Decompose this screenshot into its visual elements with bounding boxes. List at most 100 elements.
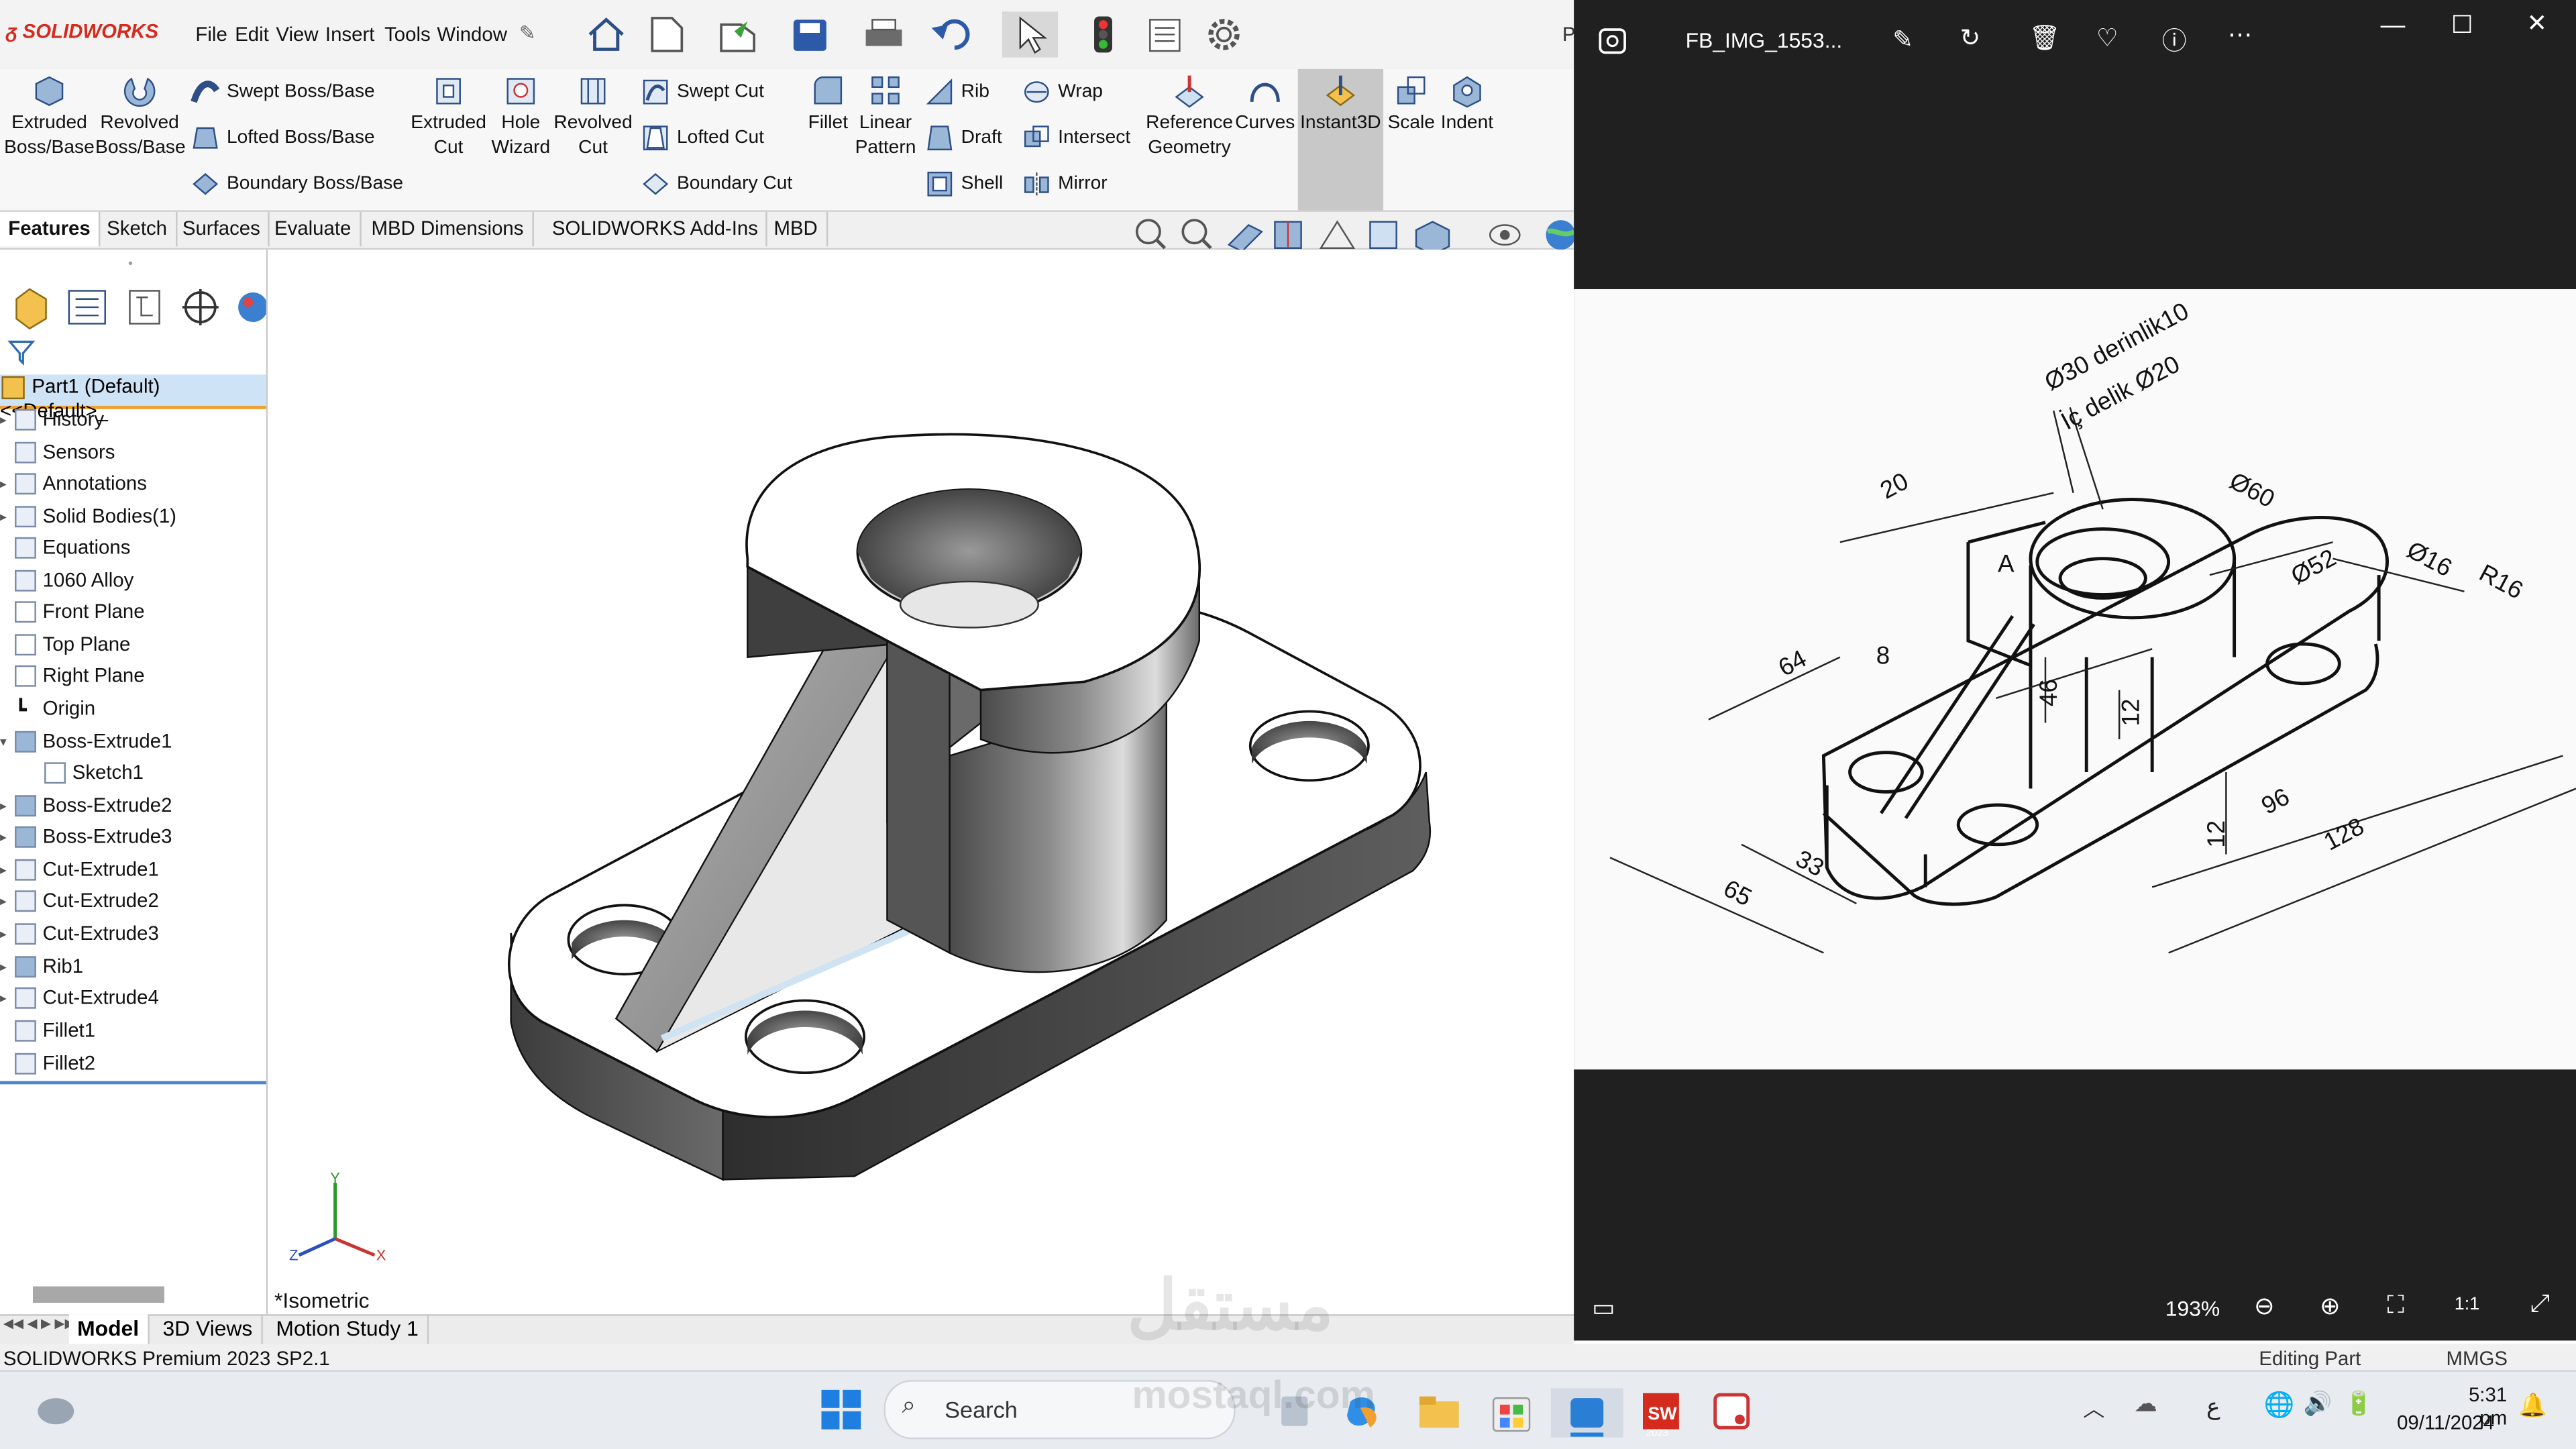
expand-arrow-icon[interactable]: ▸ bbox=[0, 413, 15, 428]
tab-scroll-arrows-icon[interactable]: ◀◀ ◀ ▶ ▶▶ bbox=[3, 1316, 75, 1331]
swept-boss-button[interactable]: Swept Boss/Base bbox=[191, 77, 375, 107]
volume-speaker-icon[interactable]: 🔊 bbox=[2303, 1390, 2332, 1418]
tree-item-right-plane[interactable]: Right Plane bbox=[0, 663, 145, 695]
tree-root-part[interactable]: Part1 (Default) <<Default>_ bbox=[0, 374, 266, 422]
undo-icon[interactable] bbox=[931, 19, 970, 50]
intersect-button[interactable]: Intersect bbox=[1022, 123, 1130, 153]
rotate-icon[interactable]: ↻ bbox=[1960, 23, 1981, 53]
pin-icon[interactable]: ✎ bbox=[519, 21, 536, 44]
curves-button[interactable]: Curves bbox=[1234, 72, 1296, 137]
extruded-boss-button[interactable]: Extruded Boss/Base bbox=[3, 72, 95, 161]
battery-icon[interactable]: 🔋 bbox=[2345, 1390, 2373, 1418]
menu-window[interactable]: Window bbox=[437, 23, 507, 46]
zoom-to-fit-icon[interactable] bbox=[1135, 219, 1167, 250]
weather-cloud-icon[interactable] bbox=[33, 1390, 79, 1430]
previous-view-icon[interactable] bbox=[1227, 224, 1263, 253]
expand-arrow-icon[interactable]: ▸ bbox=[0, 799, 15, 814]
maximize-window-icon[interactable]: ☐ bbox=[2451, 10, 2473, 40]
zoom-to-area-icon[interactable] bbox=[1181, 219, 1212, 250]
start-windows-icon[interactable] bbox=[820, 1388, 863, 1431]
solidworks-taskbar-icon[interactable]: SW bbox=[1643, 1393, 1679, 1430]
expand-arrow-icon[interactable]: ▸ bbox=[0, 477, 15, 492]
shell-button[interactable]: Shell bbox=[925, 169, 1003, 199]
favorite-heart-icon[interactable]: ♡ bbox=[2096, 23, 2118, 53]
tab-motion-study[interactable]: Motion Study 1 bbox=[268, 1314, 429, 1344]
traffic-light-icon[interactable] bbox=[1094, 16, 1112, 53]
display-manager-tab-icon[interactable] bbox=[238, 292, 266, 322]
open-icon[interactable] bbox=[720, 21, 755, 52]
menu-insert[interactable]: Insert bbox=[325, 23, 375, 46]
photos-taskbar-icon[interactable] bbox=[1550, 1388, 1623, 1438]
filter-icon[interactable] bbox=[7, 337, 36, 366]
extruded-cut-button[interactable]: Extruded Cut bbox=[407, 72, 489, 161]
dynamic-annotation-icon[interactable] bbox=[1319, 220, 1356, 250]
lofted-cut-button[interactable]: Lofted Cut bbox=[641, 123, 764, 153]
scale-button[interactable]: Scale bbox=[1385, 72, 1438, 137]
tree-item-cut-extrude3[interactable]: ▸ Cut-Extrude3 bbox=[0, 922, 159, 953]
instant3d-button[interactable]: Instant3D bbox=[1298, 72, 1383, 137]
tab-3d-views[interactable]: 3D Views bbox=[154, 1314, 263, 1344]
file-explorer-icon[interactable] bbox=[1419, 1396, 1459, 1428]
info-icon[interactable]: ⓘ bbox=[2162, 23, 2187, 57]
fillet-button[interactable]: Fillet bbox=[804, 72, 853, 137]
expand-arrow-icon[interactable]: ▸ bbox=[0, 960, 15, 975]
tree-item-boss-extrude2[interactable]: ▸ Boss-Extrude2 bbox=[0, 794, 172, 825]
solidworks-logo[interactable]: ᵹ SOLIDWORKS bbox=[7, 19, 158, 42]
expand-arrow-icon[interactable]: ▸ bbox=[0, 863, 15, 878]
tab-features[interactable]: Features bbox=[0, 211, 101, 247]
input-language-indicator[interactable]: ع bbox=[2206, 1393, 2220, 1421]
fullscreen-icon[interactable]: ⤢ bbox=[2530, 1289, 2549, 1318]
tab-model[interactable]: Model bbox=[68, 1314, 149, 1344]
lofted-boss-button[interactable]: Lofted Boss/Base bbox=[191, 123, 375, 153]
rollback-bar[interactable] bbox=[0, 1081, 266, 1085]
network-globe-icon[interactable]: 🌐 bbox=[2264, 1390, 2295, 1419]
tree-item-rib1[interactable]: ▸ Rib1 bbox=[0, 955, 83, 986]
filmstrip-toggle-icon[interactable]: ▭ bbox=[1592, 1293, 1615, 1323]
menu-tools[interactable]: Tools bbox=[384, 23, 431, 46]
options-gear-icon[interactable] bbox=[1208, 19, 1240, 50]
minimize-window-icon[interactable]: — bbox=[2381, 11, 2406, 40]
tab-evaluate[interactable]: Evaluate bbox=[266, 211, 362, 247]
tree-horizontal-scrollbar[interactable] bbox=[32, 1286, 164, 1303]
tab-mbd[interactable]: MBD bbox=[765, 211, 828, 247]
tree-item-boss-extrude1[interactable]: ▾ Boss-Extrude1 bbox=[0, 729, 172, 761]
tree-item-solid-bodies[interactable]: ▸ Solid Bodies(1) bbox=[0, 504, 176, 536]
tree-item-annotations[interactable]: ▸ Annotations bbox=[0, 472, 147, 503]
linear-pattern-button[interactable]: Linear Pattern bbox=[853, 72, 918, 161]
clock-date[interactable]: 09/11/2024 bbox=[2397, 1411, 2494, 1434]
tree-item-equations[interactable]: Equations bbox=[0, 535, 130, 567]
tab-sketch[interactable]: Sketch bbox=[99, 211, 177, 247]
show-hidden-icons-chevron-icon[interactable]: ︿ bbox=[2083, 1391, 2104, 1423]
tree-item-fillet2[interactable]: Fillet2 bbox=[0, 1051, 95, 1083]
appearance-sphere-icon[interactable] bbox=[1546, 220, 1574, 250]
revolved-cut-button[interactable]: Revolved Cut bbox=[552, 72, 634, 161]
configuration-manager-tab-icon[interactable] bbox=[129, 290, 160, 325]
expand-arrow-icon[interactable]: ▸ bbox=[0, 510, 15, 525]
dimxpert-tab-icon[interactable] bbox=[182, 289, 219, 325]
tree-item-top-plane[interactable]: Top Plane bbox=[0, 633, 130, 664]
zoom-in-icon[interactable]: ⊕ bbox=[2320, 1291, 2341, 1321]
tree-item-fillet1[interactable]: Fillet1 bbox=[0, 1018, 95, 1050]
draft-button[interactable]: Draft bbox=[925, 123, 1002, 153]
close-window-icon[interactable]: ✕ bbox=[2527, 8, 2548, 38]
onedrive-cloud-icon[interactable]: ☁ bbox=[2134, 1390, 2157, 1418]
delete-icon[interactable]: 🗑 bbox=[2029, 23, 2061, 53]
view-orientation-icon[interactable] bbox=[1369, 221, 1397, 250]
hide-show-items-icon[interactable] bbox=[1489, 224, 1521, 246]
expand-arrow-icon[interactable]: ▸ bbox=[0, 991, 15, 1006]
tree-item-material[interactable]: 1060 Alloy bbox=[0, 568, 133, 600]
indent-button[interactable]: Indent bbox=[1438, 72, 1497, 137]
tree-item-history[interactable]: ▸ History bbox=[0, 407, 104, 439]
menu-view[interactable]: View bbox=[276, 23, 318, 46]
revolved-boss-button[interactable]: Revolved Boss/Base bbox=[95, 72, 186, 161]
menu-edit[interactable]: Edit bbox=[235, 23, 269, 46]
reference-geometry-button[interactable]: Reference Geometry bbox=[1144, 72, 1236, 161]
print-icon[interactable] bbox=[865, 19, 902, 46]
part-3d-model[interactable] bbox=[268, 250, 1574, 1314]
tree-item-origin[interactable]: ┗ Origin bbox=[0, 696, 95, 728]
property-manager-tab-icon[interactable] bbox=[68, 290, 106, 325]
new-document-icon[interactable] bbox=[651, 17, 684, 52]
tree-item-boss-extrude3[interactable]: ▸ Boss-Extrude3 bbox=[0, 824, 172, 856]
boundary-boss-button[interactable]: Boundary Boss/Base bbox=[191, 169, 403, 199]
tree-item-sensors[interactable]: Sensors bbox=[0, 440, 115, 472]
